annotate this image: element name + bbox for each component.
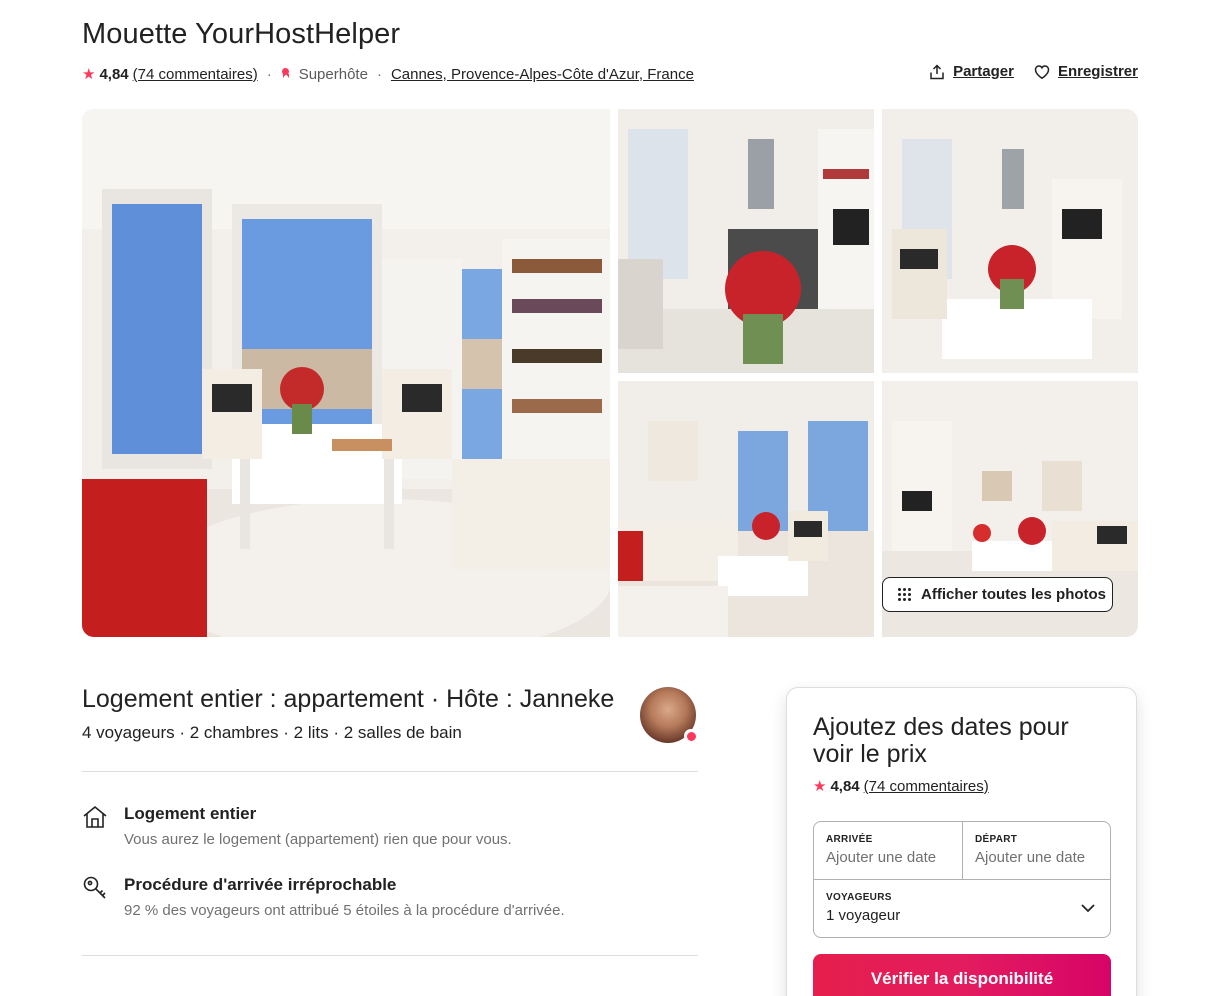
key-icon bbox=[83, 876, 106, 899]
separator: · bbox=[266, 65, 272, 83]
check-availability-button[interactable]: Vérifier la disponibilité bbox=[813, 954, 1111, 996]
divider bbox=[82, 955, 698, 956]
date-guest-picker: ARRIVÉE Ajouter une date DÉPART Ajouter … bbox=[813, 821, 1111, 938]
checkin-value: Ajouter une date bbox=[826, 849, 937, 866]
star-icon: ★ bbox=[813, 778, 827, 795]
feature-checkin: Procédure d'arrivée irréprochable 92 % d… bbox=[82, 875, 698, 919]
share-icon bbox=[930, 63, 944, 79]
photo-main[interactable] bbox=[82, 109, 610, 637]
photo-gallery bbox=[82, 109, 1138, 637]
feature-description: 92 % des voyageurs ont attribué 5 étoile… bbox=[124, 902, 565, 919]
divider bbox=[82, 771, 698, 772]
listing-title: Mouette YourHostHelper bbox=[82, 18, 401, 50]
booking-title: Ajoutez des dates pour voir le prix bbox=[813, 713, 1069, 768]
heart-icon bbox=[1034, 64, 1050, 79]
checkin-label: ARRIVÉE bbox=[826, 834, 873, 845]
guests-value: 1 voyageur bbox=[826, 907, 901, 924]
feature-description: Vous aurez le logement (appartement) rie… bbox=[124, 831, 512, 848]
superhost-label: Superhôte bbox=[298, 65, 368, 83]
home-icon bbox=[83, 805, 107, 828]
chevron-down-icon bbox=[1081, 904, 1095, 913]
photo-3[interactable] bbox=[882, 109, 1138, 373]
save-label: Enregistrer bbox=[1057, 63, 1138, 80]
location-link[interactable]: Cannes, Provence-Alpes-Côte d'Azur, Fran… bbox=[391, 66, 694, 83]
feature-title: Logement entier bbox=[124, 804, 257, 823]
booking-card: Ajoutez des dates pour voir le prix ★ 4,… bbox=[786, 687, 1137, 996]
listing-summary-title: Logement entier : appartement · Hôte : J… bbox=[82, 685, 615, 713]
show-all-photos-button[interactable]: Afficher toutes les photos bbox=[882, 577, 1113, 612]
feature-title: Procédure d'arrivée irréprochable bbox=[124, 875, 397, 894]
superhost-badge-icon bbox=[684, 729, 698, 743]
reviews-link[interactable]: (74 commentaires) bbox=[133, 66, 258, 83]
listing-details: 4 voyageurs · 2 chambres · 2 lits · 2 sa… bbox=[82, 723, 462, 742]
photo-4[interactable] bbox=[618, 381, 874, 637]
guests-field[interactable]: VOYAGEURS 1 voyageur bbox=[814, 880, 1110, 937]
booking-rating: ★ 4,84 (74 commentaires) bbox=[813, 777, 989, 796]
show-all-photos-label: Afficher toutes les photos bbox=[921, 586, 1107, 603]
header-actions: Partager Enregistrer bbox=[929, 63, 1138, 80]
separator: · bbox=[376, 65, 382, 83]
listing-meta-row: ★ 4,84 (74 commentaires) · Superhôte · C… bbox=[82, 64, 694, 84]
star-icon: ★ bbox=[82, 66, 96, 83]
checkin-field[interactable]: ARRIVÉE Ajouter une date bbox=[814, 822, 963, 880]
share-button[interactable]: Partager bbox=[929, 63, 1014, 80]
checkout-value: Ajouter une date bbox=[975, 849, 1086, 866]
grid-icon bbox=[898, 587, 912, 602]
photo-2[interactable] bbox=[618, 109, 874, 373]
superhost-icon bbox=[281, 67, 290, 81]
rating-value: 4,84 bbox=[99, 65, 129, 83]
rating-value: 4,84 bbox=[830, 777, 860, 795]
save-button[interactable]: Enregistrer bbox=[1034, 63, 1138, 80]
feature-entire-home: Logement entier Vous aurez le logement (… bbox=[82, 804, 698, 848]
checkout-label: DÉPART bbox=[975, 834, 1018, 845]
guests-label: VOYAGEURS bbox=[826, 892, 892, 903]
checkout-field[interactable]: DÉPART Ajouter une date bbox=[963, 822, 1110, 880]
host-avatar[interactable] bbox=[640, 687, 698, 745]
share-label: Partager bbox=[953, 63, 1014, 80]
reviews-link[interactable]: (74 commentaires) bbox=[864, 778, 989, 795]
